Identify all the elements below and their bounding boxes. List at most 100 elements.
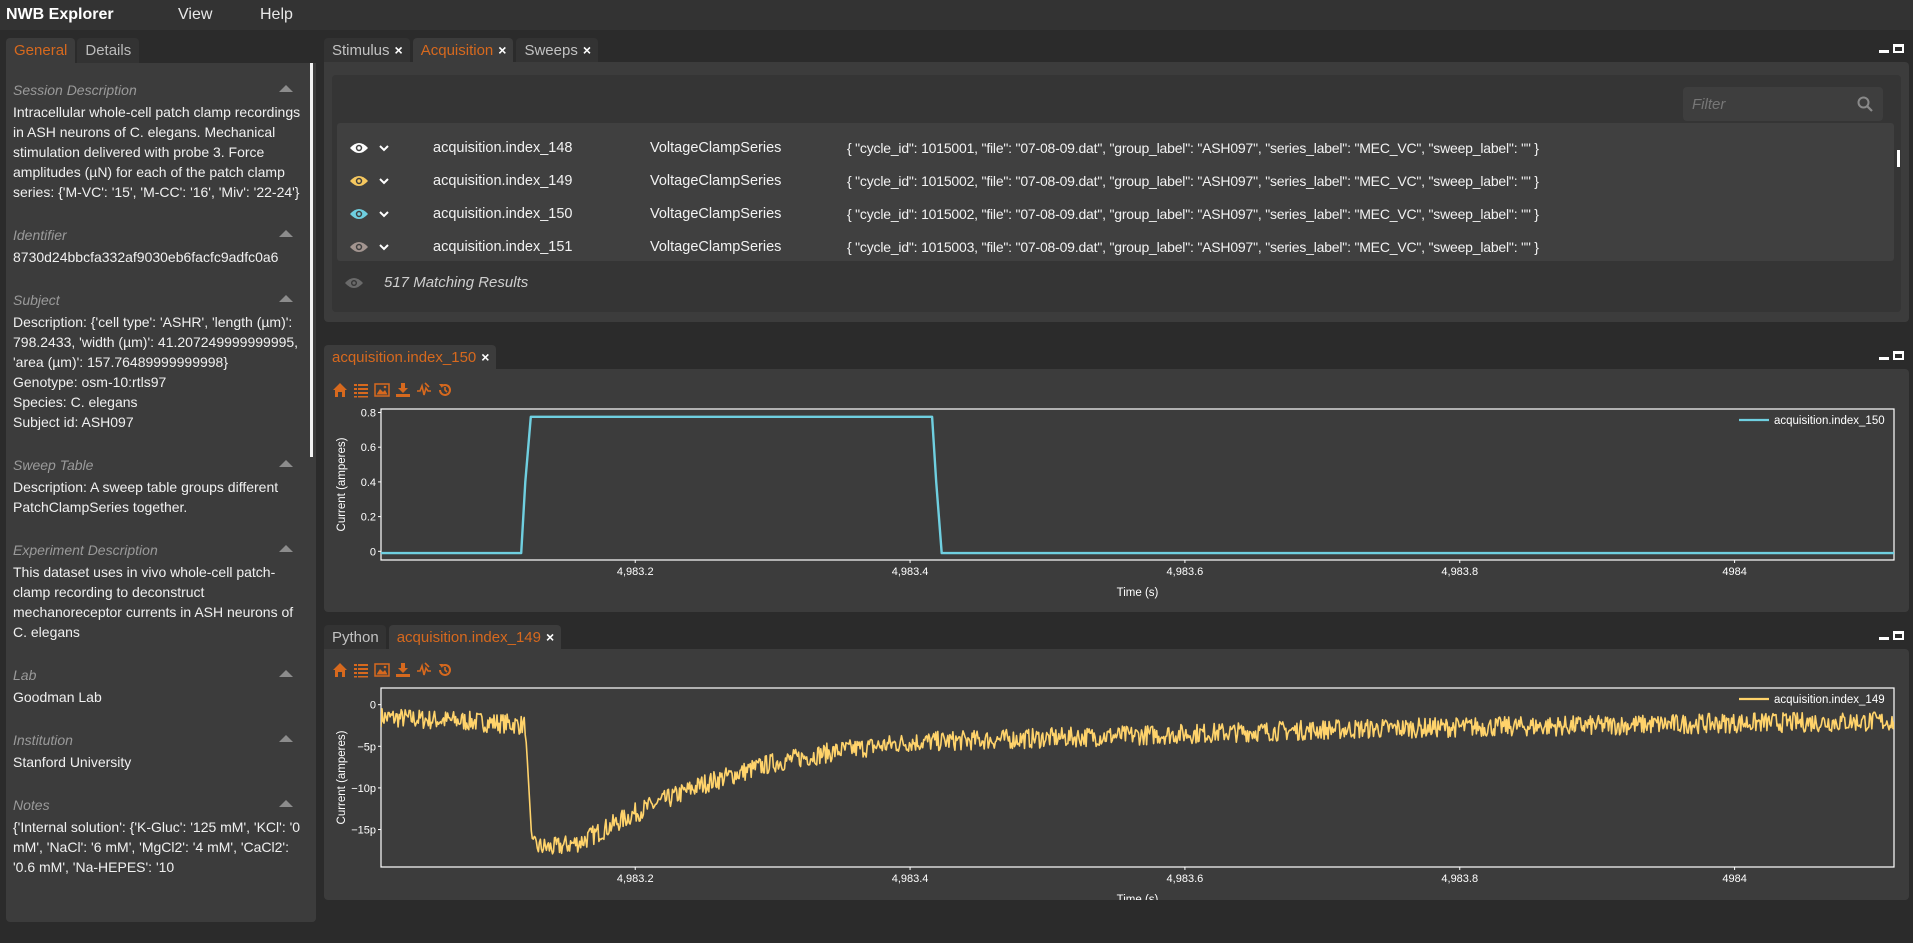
maximize-icon[interactable]	[1893, 44, 1904, 53]
table-row[interactable]: acquisition.index_151 VoltageClampSeries…	[337, 230, 1894, 261]
section-title: Institution	[13, 732, 73, 748]
chevron-down-icon[interactable]	[378, 144, 390, 152]
eye-icon[interactable]	[349, 240, 369, 254]
y-tick-label: −10p	[351, 783, 376, 795]
section-title: Lab	[13, 667, 37, 683]
section-title: Experiment Description	[13, 542, 158, 558]
minimize-icon[interactable]	[1879, 356, 1889, 360]
maximize-icon[interactable]	[1893, 351, 1904, 360]
plot1-panel: 4,983.2 4,983.4 4,983.6 4,983.8 4984 0 0.2 0.4 0…	[324, 369, 1909, 612]
y-axis-label: Current (amperes)	[336, 437, 348, 531]
tab-acquisition[interactable]: Acquisition ×	[412, 38, 514, 62]
section-body: Description: {'cell type': 'ASHR', 'leng…	[13, 312, 303, 432]
sidebar-scrollbar[interactable]	[308, 63, 316, 922]
plot2-panel: 4,983.2 4,983.4 4,983.6 4,983.8 4984 0 −5p −10p…	[324, 649, 1909, 900]
row-metadata: { "cycle_id": 1015001, "file": "07-08-09…	[847, 139, 1539, 156]
x-tick-label: 4984	[1722, 873, 1746, 885]
row-name: acquisition.index_149	[433, 172, 573, 189]
sidebar-section: Lab Goodman Lab	[13, 666, 303, 707]
table-row[interactable]: acquisition.index_148 VoltageClampSeries…	[337, 131, 1894, 164]
filter-input[interactable]	[1683, 87, 1853, 121]
y-tick-label: 0.8	[361, 407, 376, 419]
legend-label: acquisition.index_149	[1774, 694, 1885, 706]
minimize-icon[interactable]	[1879, 49, 1889, 53]
sidebar-tabs: General Details	[6, 38, 140, 63]
chevron-down-icon[interactable]	[378, 243, 390, 251]
plot1-window-controls	[1879, 351, 1904, 360]
tab-label: acquisition.index_150	[332, 348, 477, 366]
menu-help[interactable]: Help	[260, 6, 293, 24]
table-row[interactable]: acquisition.index_149 VoltageClampSeries…	[337, 164, 1894, 197]
close-icon[interactable]: ×	[481, 349, 489, 365]
section-line: Intracellular whole-cell patch clamp rec…	[13, 104, 305, 200]
y-tick-label: 0	[370, 546, 376, 558]
eye-icon[interactable]	[349, 174, 369, 188]
x-tick-label: 4,983.2	[617, 873, 654, 885]
tab-sweeps[interactable]: Sweeps ×	[516, 38, 599, 62]
tab-python[interactable]: Python	[324, 625, 386, 649]
section-body: Intracellular whole-cell patch clamp rec…	[13, 102, 303, 202]
x-tick-label: 4,983.4	[892, 873, 929, 885]
menu-view[interactable]: View	[178, 6, 260, 24]
series-line	[381, 708, 1894, 855]
series-line	[381, 415, 1894, 555]
close-icon[interactable]: ×	[583, 42, 591, 58]
close-icon[interactable]: ×	[546, 629, 554, 645]
plot1-chart: 4,983.2 4,983.4 4,983.6 4,983.8 4984 0 0.2 0.4 0…	[336, 407, 1895, 599]
tab-acquisition-index-150[interactable]: acquisition.index_150 ×	[324, 345, 497, 369]
close-icon[interactable]: ×	[395, 42, 403, 58]
tab-general[interactable]: General	[6, 38, 76, 63]
table-row[interactable]: acquisition.index_150 VoltageClampSeries…	[337, 197, 1894, 230]
tab-acquisition-index-149[interactable]: acquisition.index_149 ×	[388, 625, 562, 649]
section-line: Description: A sweep table groups differ…	[13, 479, 283, 515]
collapse-caret-icon[interactable]	[279, 85, 293, 92]
matching-results-count: 517 Matching Results	[384, 274, 529, 291]
filter-box	[1683, 87, 1883, 121]
search-icon[interactable]	[1857, 96, 1873, 112]
row-metadata: { "cycle_id": 1015002, "file": "07-08-09…	[847, 172, 1539, 189]
collapse-caret-icon[interactable]	[279, 545, 293, 552]
x-tick-label: 4,983.6	[1167, 873, 1204, 885]
collapse-caret-icon[interactable]	[279, 735, 293, 742]
minimize-icon[interactable]	[1879, 636, 1889, 640]
row-name: acquisition.index_148	[433, 139, 573, 156]
plot2-window-controls	[1879, 631, 1904, 640]
plot1-tabs: acquisition.index_150 ×	[324, 345, 499, 369]
section-title: Sweep Table	[13, 457, 94, 473]
tab-label: Sweeps	[524, 41, 578, 59]
eye-icon[interactable]	[349, 141, 369, 155]
section-body: Stanford University	[13, 752, 303, 772]
collapse-caret-icon[interactable]	[279, 670, 293, 677]
sidebar-section: Sweep Table Description: A sweep table gr…	[13, 456, 303, 517]
collapse-caret-icon[interactable]	[279, 230, 293, 237]
section-body: 8730d24bbcfa332af9030eb6facfc9adfc0a6	[13, 247, 303, 267]
sidebar-section: Experiment Description This dataset uses …	[13, 541, 303, 642]
collapse-caret-icon[interactable]	[279, 295, 293, 302]
eye-icon[interactable]	[349, 207, 369, 221]
maximize-icon[interactable]	[1893, 631, 1904, 640]
y-tick-label: 0.6	[361, 442, 376, 454]
sidebar-scroll-thumb[interactable]	[310, 63, 313, 457]
row-type: VoltageClampSeries	[650, 205, 782, 222]
table-scrollbar[interactable]	[1897, 150, 1900, 167]
collapse-caret-icon[interactable]	[279, 800, 293, 807]
close-icon[interactable]: ×	[498, 42, 506, 58]
x-axis-label: Time (s)	[1117, 894, 1159, 900]
x-tick-label: 4,983.8	[1441, 566, 1478, 578]
chevron-down-icon[interactable]	[378, 210, 390, 218]
sidebar-section: Session Description Intracellular whole-c…	[13, 81, 303, 202]
y-tick-label: −5p	[357, 741, 376, 753]
tab-stimulus[interactable]: Stimulus ×	[324, 38, 410, 62]
tab-label: Acquisition	[420, 41, 494, 59]
section-line: Description: {'cell type': 'ASHR', 'leng…	[13, 314, 302, 370]
x-tick-label: 4,983.6	[1167, 566, 1204, 578]
eye-icon[interactable]	[344, 276, 364, 290]
x-tick-label: 4,983.8	[1441, 873, 1478, 885]
tab-label: Python	[332, 628, 379, 646]
chevron-down-icon[interactable]	[378, 177, 390, 185]
section-body: Goodman Lab	[13, 687, 303, 707]
section-body: Description: A sweep table groups differ…	[13, 477, 303, 517]
tab-details[interactable]: Details	[77, 38, 140, 63]
section-title: Identifier	[13, 227, 67, 243]
collapse-caret-icon[interactable]	[279, 460, 293, 467]
